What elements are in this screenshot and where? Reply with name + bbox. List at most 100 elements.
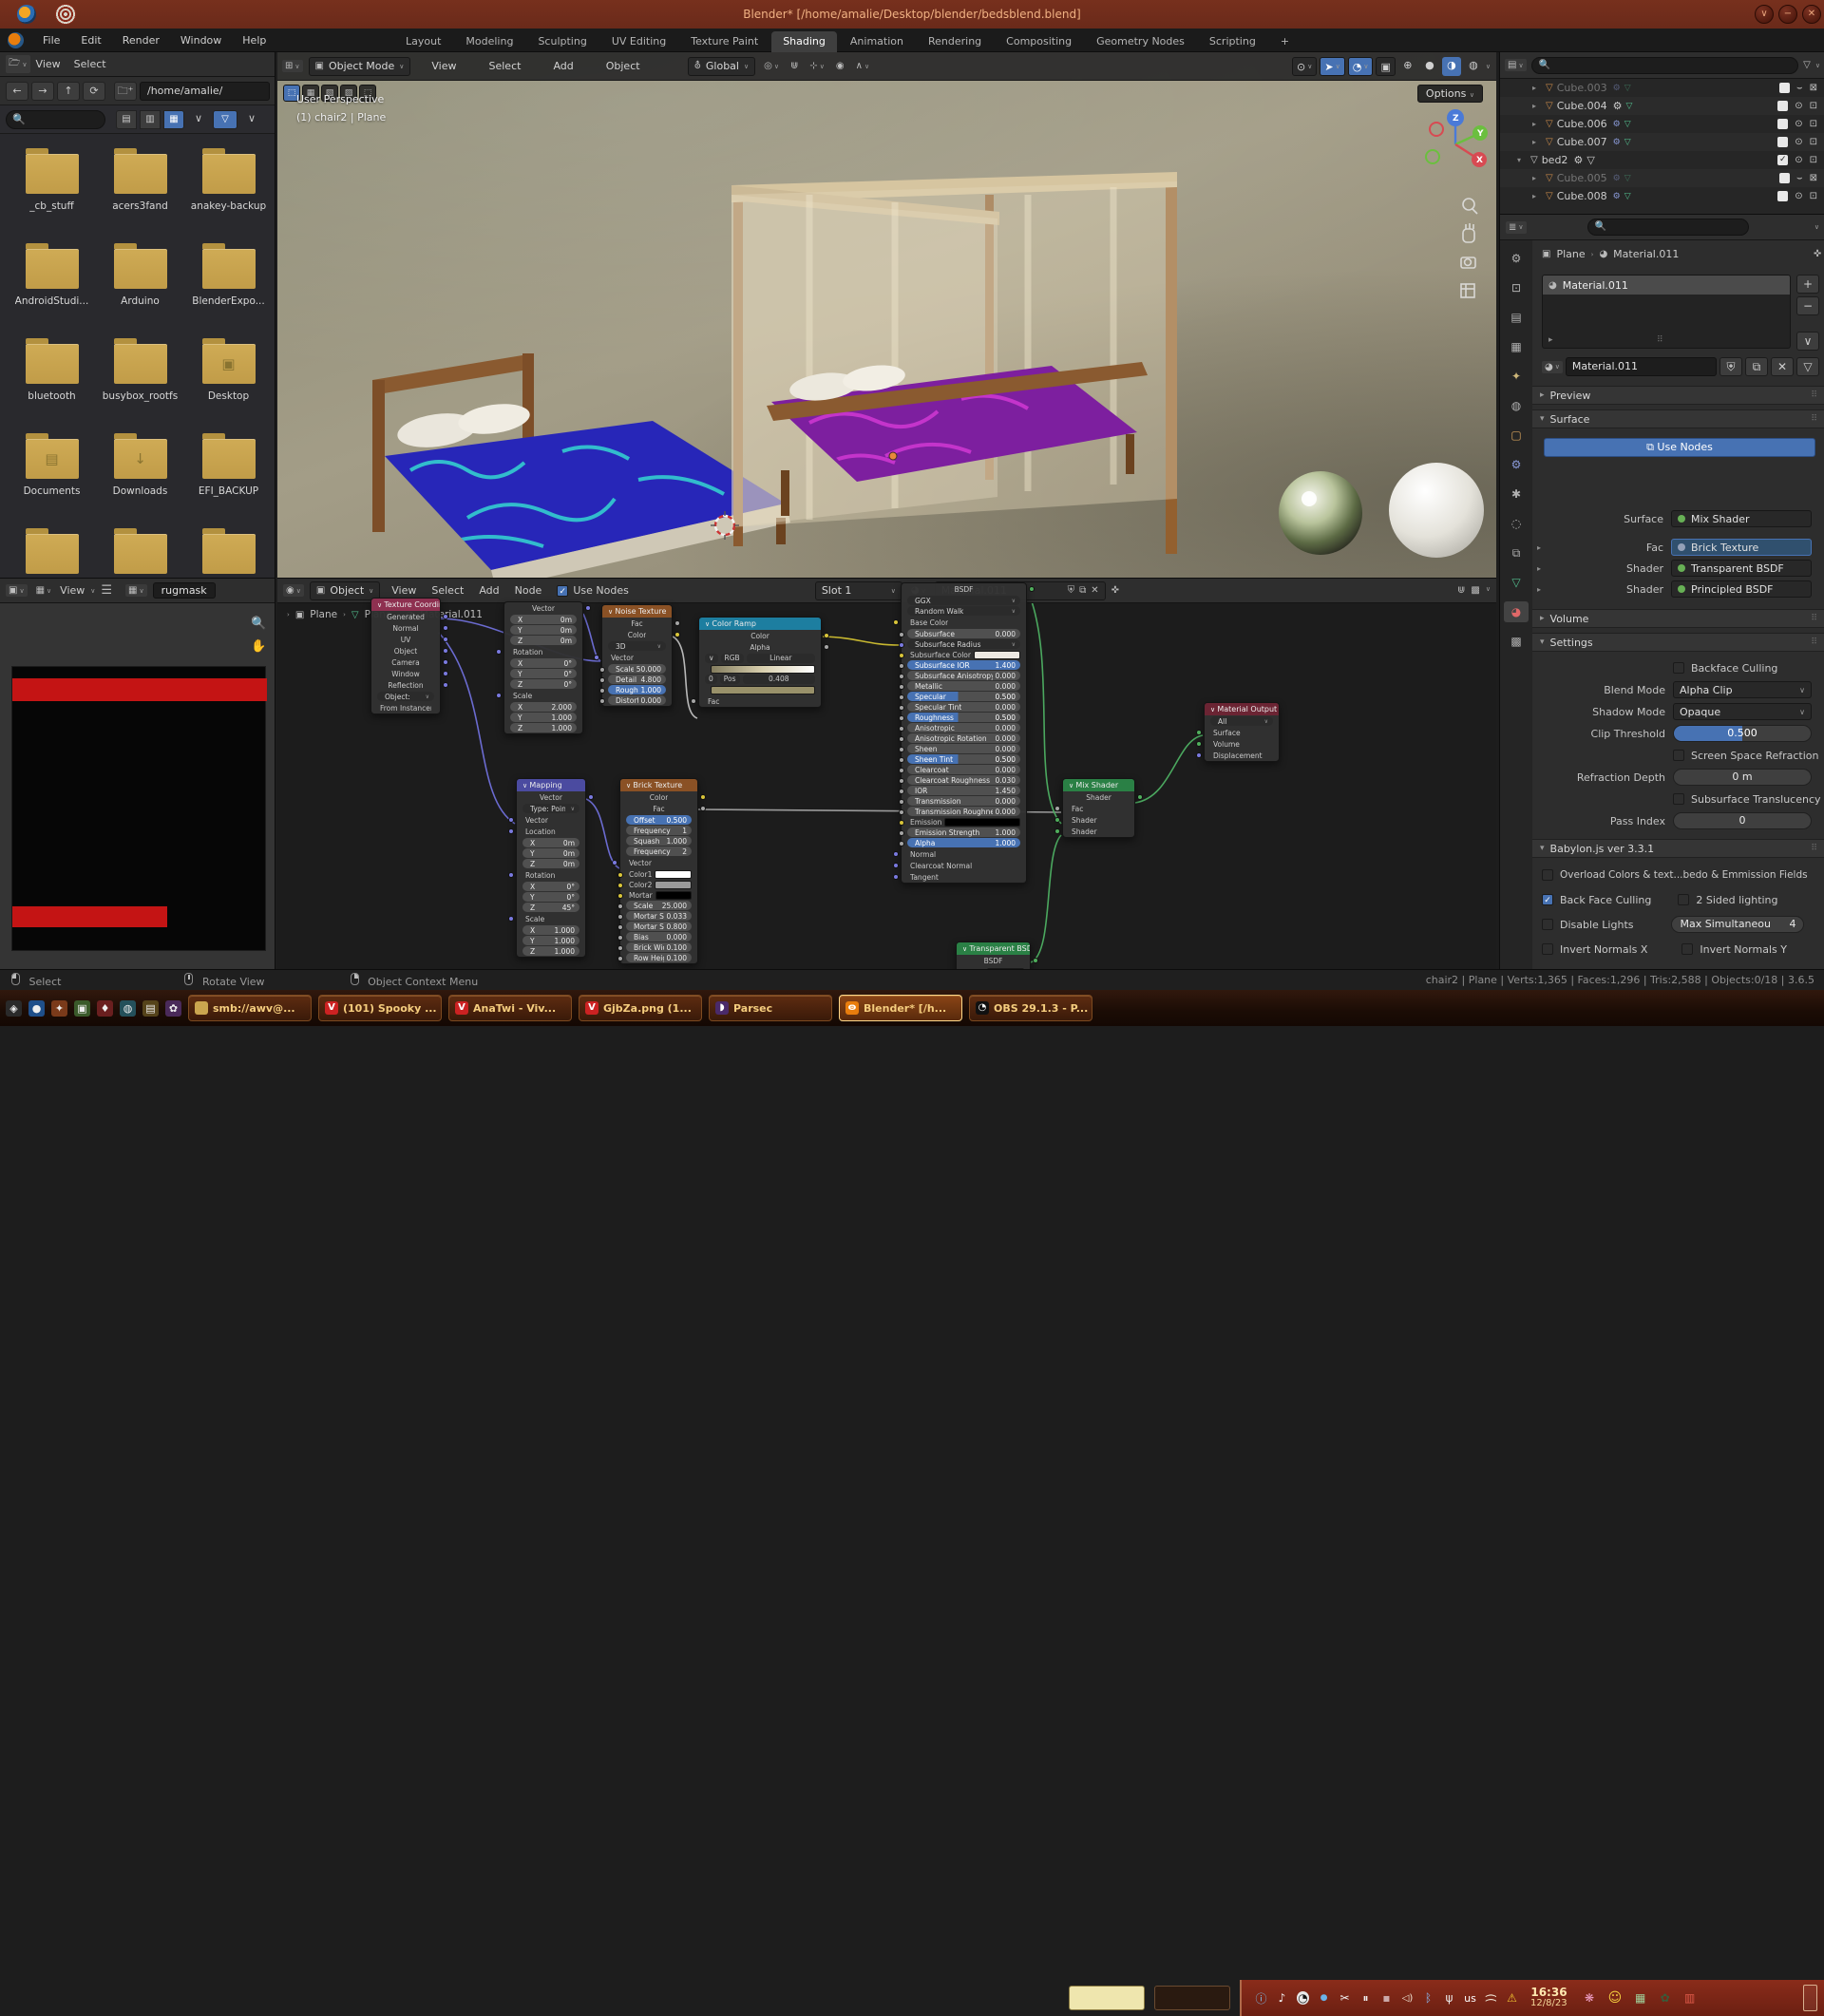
tray-icon[interactable]: ⓘ: [1255, 1990, 1267, 2006]
file-browser-menu[interactable]: View: [36, 58, 61, 70]
title-bar[interactable]: Blender* [/home/amalie/Desktop/blender/b…: [0, 0, 1824, 29]
input-socket[interactable]: [899, 747, 904, 752]
proportional-edit-icon[interactable]: ◉: [833, 60, 847, 72]
input-socket[interactable]: [599, 667, 605, 673]
file-browser-menu[interactable]: Select: [74, 58, 106, 70]
properties-options-dropdown[interactable]: ∨: [1814, 223, 1819, 231]
node-texture-coordinate[interactable]: Texture Coordinate Generated Normal UV O…: [370, 598, 441, 714]
hide-eye-icon[interactable]: ⊙: [1795, 155, 1802, 165]
input-socket[interactable]: [618, 935, 623, 941]
workspace-tab[interactable]: Layout: [394, 31, 452, 52]
menu-item[interactable]: Window: [172, 31, 230, 49]
node-row[interactable]: Z0m: [510, 636, 577, 645]
input-socket[interactable]: [618, 956, 623, 961]
node-row[interactable]: Y0°: [522, 892, 580, 902]
modifier-wrench-icon[interactable]: ⚙: [1613, 138, 1621, 147]
folder-item[interactable]: _cb_stuff: [8, 143, 96, 238]
tray-icon[interactable]: ⏸: [1359, 1991, 1372, 2006]
node-row[interactable]: [705, 664, 815, 674]
input-socket[interactable]: [1196, 730, 1202, 735]
node-row[interactable]: Shader: [1063, 826, 1134, 837]
viewport-menu[interactable]: Select: [482, 58, 529, 74]
node-row[interactable]: ∨RGBLinear: [705, 654, 815, 663]
properties-tab[interactable]: ▦: [1504, 336, 1529, 357]
invert-normals-y-checkbox[interactable]: [1682, 943, 1693, 955]
taskbar-app-button[interactable]: V (101) Spooky ...: [318, 995, 442, 1021]
input-socket[interactable]: [618, 903, 623, 909]
node-row[interactable]: Bias0.000: [626, 932, 692, 941]
output-socket[interactable]: [674, 632, 680, 637]
node-row[interactable]: Mortar: [626, 890, 692, 900]
input-socket[interactable]: [899, 830, 904, 836]
settings-panel-header[interactable]: ▾Settings⠿: [1532, 633, 1824, 652]
node-mapping[interactable]: Mapping Vector Type: Point Vector Locati…: [516, 778, 586, 958]
visibility-dropdown[interactable]: ⊙∨: [1292, 57, 1317, 76]
output-socket[interactable]: [443, 637, 448, 642]
overload-row[interactable]: Overload Colors & text...bedo & Emmissio…: [1532, 865, 1824, 884]
folder-item[interactable]: acers3fand: [96, 143, 184, 238]
mesh-data-icon[interactable]: ▽: [1624, 84, 1631, 93]
node-row[interactable]: Tangent: [902, 871, 1026, 883]
refraction-depth-row[interactable]: Refraction Depth0 m: [1532, 768, 1824, 787]
node-row[interactable]: Type: Point: [522, 804, 580, 813]
properties-tab[interactable]: ▢: [1504, 425, 1529, 446]
node-row[interactable]: Emission Strength1.000: [907, 827, 1020, 837]
node-mix-shader[interactable]: Mix Shader Shader Fac Shader Shader: [1062, 778, 1135, 838]
node-row[interactable]: Generated: [371, 611, 440, 622]
node-row[interactable]: Specular0.500: [907, 692, 1020, 701]
node-row[interactable]: Anisotropic0.000: [907, 723, 1020, 732]
tray-icon[interactable]: ♪: [1276, 1991, 1288, 2005]
modifier-wrench-icon[interactable]: ⚙: [1613, 174, 1621, 183]
shading-solid-icon[interactable]: ●: [1420, 57, 1439, 76]
input-socket[interactable]: [594, 655, 599, 660]
properties-tab[interactable]: ⚙: [1504, 454, 1529, 475]
slot-dropdown[interactable]: Slot 1∨: [815, 581, 902, 600]
output-socket[interactable]: [700, 794, 706, 800]
input-socket[interactable]: [618, 924, 623, 930]
node-row[interactable]: Color: [699, 630, 821, 641]
node-color-ramp[interactable]: Color Ramp Color Alpha ∨RGBLinear: [698, 617, 822, 708]
quick-launch-icon[interactable]: ●: [28, 1000, 45, 1017]
node-row[interactable]: Normal: [371, 622, 440, 634]
forward-button[interactable]: →: [31, 82, 54, 101]
back-button[interactable]: ←: [6, 82, 28, 101]
folder-item[interactable]: AndroidStudi...: [8, 238, 96, 333]
workspace-tab[interactable]: Geometry Nodes: [1085, 31, 1196, 52]
render-camera-icon[interactable]: ⊡: [1810, 101, 1817, 111]
use-nodes-button[interactable]: ⧉ Use Nodes: [1544, 438, 1815, 457]
selectability-icon[interactable]: ➤∨: [1320, 57, 1344, 76]
input-socket[interactable]: [1196, 741, 1202, 747]
outliner-row[interactable]: ▾ ▽ bed2 ⚙ ▽ ✓ ⊙ ⊡: [1500, 151, 1824, 169]
shading-wireframe-icon[interactable]: ⊕: [1398, 57, 1417, 76]
folder-item[interactable]: busybox_rootfs: [96, 333, 184, 428]
input-socket[interactable]: [508, 828, 514, 834]
node-noise-texture[interactable]: Noise Texture Fac Color 3D Vector: [601, 604, 673, 707]
editor-type-icon[interactable]: 🗁∨: [6, 55, 30, 73]
node-row[interactable]: Specular Tint0.000: [907, 702, 1020, 712]
node-row[interactable]: Color: [620, 791, 697, 803]
node-row[interactable]: Rotation: [517, 869, 585, 881]
node-row[interactable]: Y1.000: [522, 936, 580, 945]
node-row[interactable]: BSDF: [902, 583, 1026, 595]
pivot-dropdown[interactable]: ◎∨: [761, 60, 782, 72]
node-row[interactable]: 0Pos0.408: [705, 675, 815, 684]
tray-icon[interactable]: ᛒ: [1422, 1991, 1434, 2005]
preview-panel-header[interactable]: ▸Preview⠿: [1532, 386, 1824, 405]
overlay-dropdown[interactable]: ∨: [1486, 585, 1491, 596]
node-row[interactable]: Subsurface Radius: [907, 639, 1020, 649]
node-row[interactable]: Emission: [907, 817, 1020, 827]
input-socket[interactable]: [899, 632, 904, 637]
tray-icon[interactable]: ✿: [1659, 1991, 1671, 2005]
expand-icon[interactable]: ▸: [1532, 564, 1546, 573]
folder-item[interactable]: [96, 523, 184, 578]
gizmos-dropdown[interactable]: ◔∨: [1348, 57, 1374, 76]
node-row[interactable]: Z45°: [522, 903, 580, 912]
properties-tab[interactable]: ⊡: [1504, 277, 1529, 298]
unlink-material-button[interactable]: ✕: [1771, 357, 1794, 376]
workspace-tab[interactable]: Compositing: [995, 31, 1083, 52]
up-button[interactable]: ↑: [57, 82, 80, 101]
node-row[interactable]: Z1.000: [510, 723, 577, 732]
render-camera-icon[interactable]: ⊠: [1810, 83, 1817, 93]
outliner-search-input[interactable]: 🔍: [1531, 57, 1799, 74]
input-socket[interactable]: [899, 768, 904, 773]
